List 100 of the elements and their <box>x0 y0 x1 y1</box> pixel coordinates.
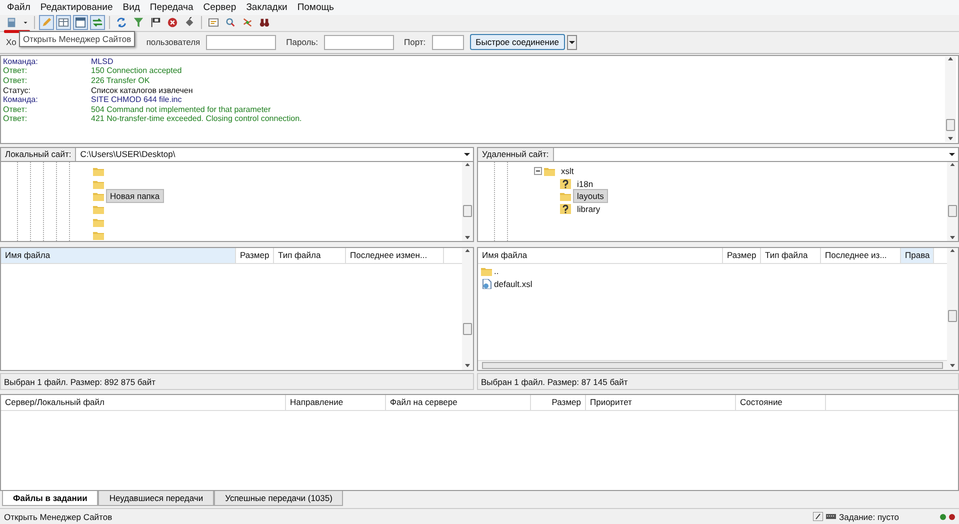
compare-icon <box>208 17 219 28</box>
tree-item[interactable]: Новая папка <box>106 189 164 204</box>
scrollbar[interactable] <box>462 248 473 370</box>
tooltip: Открыть Менеджер Сайтов <box>19 31 136 47</box>
menu-item[interactable]: Закладки <box>241 2 292 13</box>
log-message: MLSD <box>91 56 114 66</box>
arrows-icon <box>92 17 103 28</box>
scrollbar[interactable] <box>947 248 958 370</box>
menu-item[interactable]: Редактирование <box>35 2 118 13</box>
pencil-icon <box>41 17 52 28</box>
column-header[interactable]: Приоритет <box>586 394 736 410</box>
quickconnect-button[interactable]: Быстрое соединение <box>470 34 565 50</box>
column-header[interactable]: Права <box>901 248 934 264</box>
log-label: Команда: <box>3 56 39 66</box>
column-header[interactable]: Размер <box>531 394 586 410</box>
scroll-thumb[interactable] <box>946 118 955 131</box>
binoculars-icon <box>259 17 270 28</box>
scroll-down-icon[interactable] <box>950 236 955 240</box>
column-header[interactable]: Последнее измен... <box>346 248 444 264</box>
scrollbar[interactable] <box>947 162 958 242</box>
tree-item[interactable]: library <box>573 202 604 216</box>
tree-item[interactable]: i18n <box>573 176 598 191</box>
scroll-up-icon[interactable] <box>950 249 955 252</box>
selection-status: Выбран 1 файл. Размер: 87 145 байт <box>477 372 959 390</box>
file-icon <box>481 278 492 289</box>
tree-item[interactable]: xslt <box>557 164 578 178</box>
log-label: Ответ: <box>3 66 28 76</box>
scrollbar[interactable] <box>945 56 956 142</box>
column-header[interactable]: Сервер/Локальный файл <box>1 394 286 410</box>
toolbar-button[interactable] <box>73 15 88 30</box>
window-icon <box>75 17 86 28</box>
folder-icon <box>93 166 104 176</box>
port-field[interactable] <box>432 34 464 50</box>
menu-item[interactable]: Файл <box>2 2 36 13</box>
file-name[interactable]: default.xsl <box>494 278 532 289</box>
folder-icon <box>93 204 104 214</box>
column-header[interactable]: Имя файла <box>1 248 236 264</box>
selection-status: Выбран 1 файл. Размер: 892 875 байт <box>0 372 474 390</box>
log-message: 226 Transfer OK <box>91 76 150 86</box>
column-header[interactable]: Тип файла <box>274 248 346 264</box>
log-message: 504 Command not implemented for that parameter <box>91 104 271 114</box>
column-header[interactable]: Тип файла <box>761 248 821 264</box>
funnel-icon <box>133 17 144 28</box>
log-message: SITE CHMOD 644 file.inc <box>91 95 182 105</box>
flag-icon <box>150 17 161 28</box>
scrollbar[interactable] <box>462 162 473 242</box>
panel-icon <box>58 17 69 28</box>
log-message: Список каталогов извлечен <box>91 86 193 96</box>
menu-item[interactable]: Передача <box>144 2 198 13</box>
column-header[interactable]: Направление <box>286 394 386 410</box>
site-manager-icon <box>6 17 17 28</box>
folder-icon <box>544 166 555 176</box>
username-field[interactable] <box>206 34 276 50</box>
scroll-up-icon[interactable] <box>465 249 470 252</box>
caret-icon <box>568 40 575 44</box>
menu-item[interactable]: Помощь <box>292 2 340 13</box>
log-label: Статус: <box>3 86 32 96</box>
queue-status: Задание: пусто <box>839 512 899 522</box>
tab[interactable]: Файлы в задании <box>2 491 98 506</box>
collapse-icon[interactable] <box>534 166 542 175</box>
scroll-thumb[interactable] <box>948 310 957 322</box>
log-label: Ответ: <box>3 114 28 124</box>
folder-icon <box>93 217 104 228</box>
tab[interactable]: Успешные передачи (1035) <box>214 491 344 506</box>
keyboard-icon[interactable] <box>826 512 836 522</box>
password-label: Пароль: <box>286 37 318 48</box>
cancel-icon <box>167 17 178 28</box>
folder-icon <box>93 230 104 240</box>
column-header[interactable]: Имя файла <box>478 248 723 264</box>
username-label: пользователя <box>146 37 200 48</box>
password-field[interactable] <box>324 34 394 50</box>
menu-item[interactable]: Вид <box>118 2 145 13</box>
scroll-down-icon[interactable] <box>465 364 470 368</box>
scrollbar[interactable] <box>478 360 947 370</box>
column-header[interactable]: Размер <box>723 248 761 264</box>
tab[interactable]: Неудавшиеся передачи <box>98 491 214 506</box>
column-header[interactable]: Размер <box>236 248 274 264</box>
refresh-icon <box>116 17 127 28</box>
column-header[interactable]: Состояние <box>736 394 826 410</box>
scroll-thumb[interactable] <box>463 204 472 217</box>
scroll-down-icon[interactable] <box>948 137 953 140</box>
file-name[interactable]: .. <box>494 266 499 276</box>
menu-item[interactable]: Сервер <box>198 2 242 13</box>
scroll-thumb[interactable] <box>948 204 957 217</box>
scroll-down-icon[interactable] <box>465 236 470 240</box>
tree-item[interactable]: layouts <box>573 189 608 204</box>
dropdown-button[interactable] <box>566 34 577 50</box>
log-label: Команда: <box>3 95 39 105</box>
folder-icon <box>560 191 571 202</box>
column-header[interactable]: Файл на сервере <box>386 394 531 410</box>
log-label: Ответ: <box>3 104 28 114</box>
unknown-folder-icon <box>560 204 571 214</box>
scroll-down-icon[interactable] <box>950 364 955 368</box>
unknown-folder-icon <box>560 178 571 189</box>
host-label: Хо <box>6 37 16 48</box>
status-text: Открыть Менеджер Сайтов <box>4 512 114 522</box>
scroll-thumb[interactable] <box>463 322 472 335</box>
log-label: Ответ: <box>3 76 28 86</box>
scroll-up-icon[interactable] <box>948 57 953 61</box>
folder-icon <box>481 266 492 276</box>
